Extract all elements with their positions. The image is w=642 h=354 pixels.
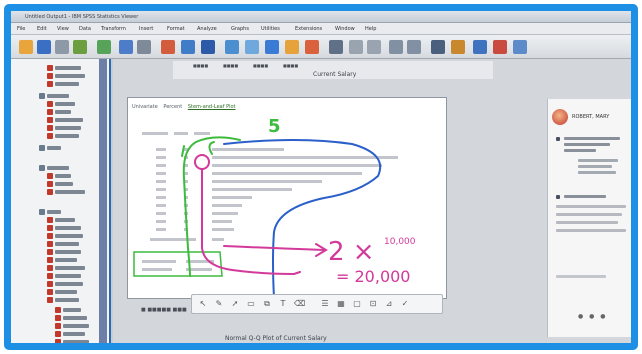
grid-icon[interactable]: ▦ (336, 299, 346, 309)
open-icon[interactable] (19, 40, 33, 54)
back-icon[interactable] (349, 40, 363, 54)
export-icon[interactable] (73, 40, 87, 54)
output-header-title: Current Salary (313, 71, 357, 78)
output-header-strip: ■■■■ ■■■■ ■■■■ ■■■■ Current Salary (173, 61, 493, 79)
menu-utilities[interactable]: Utilities (261, 26, 280, 32)
goto-case-icon[interactable] (181, 40, 195, 54)
svg-text:■■■■: ■■■■ (253, 63, 268, 68)
annotation-base: 10,000 (384, 237, 416, 247)
menu-edit[interactable]: Edit (37, 26, 47, 32)
save-icon[interactable] (37, 40, 51, 54)
side-label: ■ ■■■■■ ■■■ (141, 307, 187, 313)
pivot-icon[interactable] (265, 40, 279, 54)
copy-icon[interactable]: ⧉ (262, 299, 272, 309)
insert-title-icon[interactable] (451, 40, 465, 54)
select-icon[interactable] (285, 40, 299, 54)
promote-icon[interactable] (305, 40, 319, 54)
svg-text:■■■■: ■■■■ (283, 63, 298, 68)
toolbar (11, 35, 631, 59)
frame-icon[interactable]: ▢ (352, 299, 362, 309)
insert-heading-icon[interactable] (431, 40, 445, 54)
eraser-icon[interactable]: ⌫ (294, 299, 305, 309)
show-icon[interactable] (389, 40, 403, 54)
select-tool-icon[interactable]: ↖ (198, 299, 208, 309)
menu-window[interactable]: Window (335, 26, 355, 32)
goto-data-icon[interactable] (161, 40, 175, 54)
menu-format[interactable]: Format (167, 26, 185, 32)
ink-annotation-layer: 5 2 × 10,000 = 20,000 (133, 116, 416, 299)
find-icon[interactable] (225, 40, 239, 54)
crop-icon[interactable]: ⊡ (368, 299, 378, 309)
svg-text:■■■■: ■■■■ (193, 63, 208, 68)
checkbox-icon[interactable] (556, 137, 560, 141)
bottom-chart-strip (163, 344, 473, 350)
menu-data[interactable]: Data (79, 26, 91, 32)
undo-icon[interactable] (119, 40, 133, 54)
chat-panel[interactable]: ROBERT, MARY ● ● ● (547, 99, 631, 337)
app-window: Untitled Output1 - IBM SPSS Statistics V… (4, 4, 638, 350)
variables-icon[interactable] (201, 40, 215, 54)
arrow-icon[interactable]: ➚ (230, 299, 240, 309)
bottom-chart-title: Normal Q-Q Plot of Current Salary (225, 335, 327, 342)
zoom-icon[interactable] (513, 40, 527, 54)
header-stats: ■■■■ ■■■■ ■■■■ ■■■■ Current Salary (193, 63, 357, 78)
menu-help[interactable]: Help (365, 26, 376, 32)
designate-window-icon[interactable] (493, 40, 507, 54)
avatar (552, 109, 568, 125)
tree-scrollbar[interactable] (99, 59, 107, 343)
ink-toolbar: ↖ ✎ ➚ ▭ ⧉ T ⌫ ☰ ▦ ▢ ⊡ ⊿ ✓ (191, 294, 443, 314)
hide-icon[interactable] (407, 40, 421, 54)
menu-extensions[interactable]: Extensions (295, 26, 322, 32)
highlight-icon[interactable]: ⊿ (384, 299, 394, 309)
window-title: Untitled Output1 - IBM SPSS Statistics V… (25, 14, 139, 20)
annotation-multiplier: 2 × (328, 237, 375, 267)
menu-view[interactable]: View (57, 26, 69, 32)
checkbox-icon[interactable] (556, 195, 560, 199)
layers-icon[interactable]: ☰ (320, 299, 330, 309)
menu-graphs[interactable]: Graphs (231, 26, 249, 32)
svg-text:■■■■: ■■■■ (223, 63, 238, 68)
document-page: Univariate Percent Stem-and-Leaf Plot 5 … (127, 97, 447, 299)
pen-icon[interactable]: ✎ (214, 299, 224, 309)
menu-bar: File Edit View Data Transform Insert For… (11, 23, 631, 35)
chat-user-name: ROBERT, MARY (572, 114, 610, 120)
annotation-result: = 20,000 (336, 267, 410, 286)
annotation-five: 5 (268, 116, 281, 137)
menu-transform[interactable]: Transform (101, 26, 126, 32)
chat-actions[interactable]: ● ● ● (578, 313, 608, 320)
menu-analyze[interactable]: Analyze (197, 26, 217, 32)
redo-icon[interactable] (137, 40, 151, 54)
menu-insert[interactable]: Insert (139, 26, 153, 32)
recall-dialog-icon[interactable] (97, 40, 111, 54)
forward-icon[interactable] (367, 40, 381, 54)
print-icon[interactable] (55, 40, 69, 54)
title-bar: Untitled Output1 - IBM SPSS Statistics V… (11, 11, 631, 23)
menu-file[interactable]: File (17, 26, 25, 32)
shape-icon[interactable]: ▭ (246, 299, 256, 309)
check-icon[interactable]: ✓ (400, 299, 410, 309)
outline-tree-panel[interactable] (11, 59, 111, 343)
expand-icon[interactable] (329, 40, 343, 54)
text-tool-icon[interactable]: T (278, 299, 288, 309)
chart-icon[interactable] (245, 40, 259, 54)
insert-text-icon[interactable] (473, 40, 487, 54)
